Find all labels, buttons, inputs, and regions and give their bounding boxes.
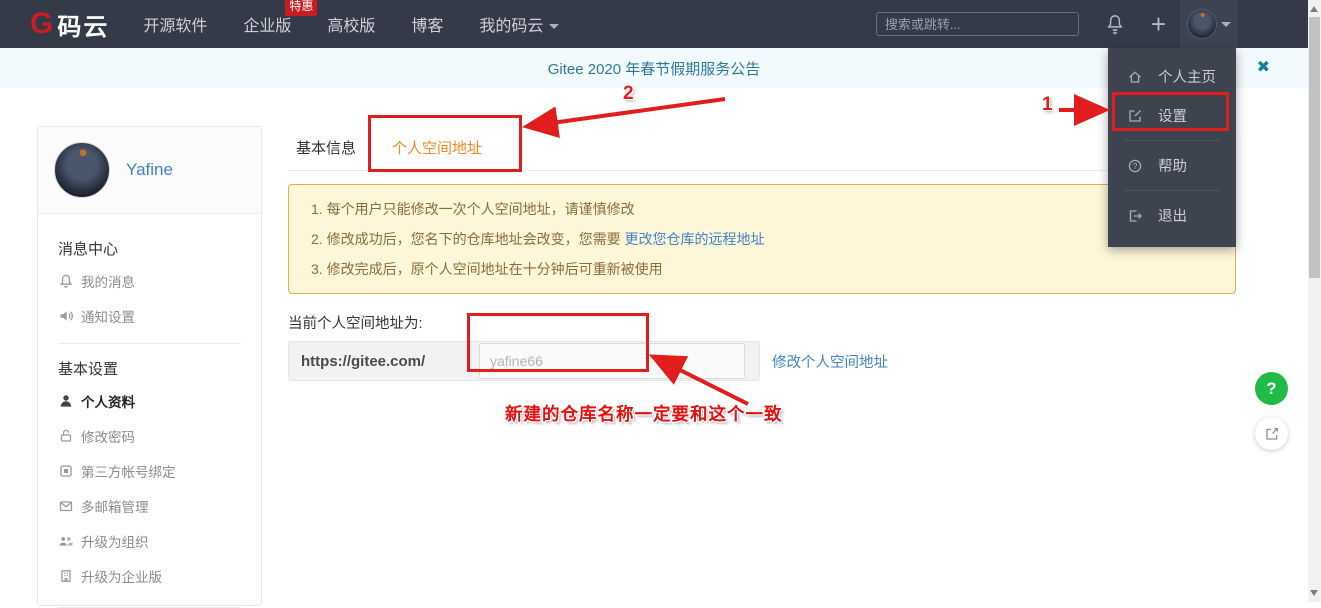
sidebar-item-label: 个人资料 <box>81 394 135 410</box>
help-fab-label: ? <box>1266 378 1277 398</box>
menu-item-label: 个人主页 <box>1158 70 1216 86</box>
url-input-group: https://gitee.com/ <box>288 341 760 381</box>
warning-line-1: 1. 每个用户只能修改一次个人空间地址，请谨慎修改 <box>311 201 635 217</box>
edit-icon <box>1127 108 1143 124</box>
menu-item-settings[interactable]: 设置 <box>1108 96 1236 135</box>
settings-sidebar: Yafine 消息中心 我的消息 通知设置 基本设置 个人资料 修改密码 第三方… <box>37 126 262 608</box>
share-icon <box>1264 426 1280 442</box>
announcement-link[interactable]: Gitee 2020 年春节假期服务公告 <box>548 58 761 79</box>
logout-icon <box>1127 208 1143 224</box>
modify-address-link[interactable]: 修改个人空间地址 <box>772 351 888 372</box>
menu-item-label: 帮助 <box>1158 159 1187 175</box>
gitee-logo-icon: G <box>30 7 54 40</box>
mail-icon <box>58 498 74 514</box>
address-form-row: https://gitee.com/ 修改个人空间地址 <box>288 341 1236 381</box>
warning-message: 1. 每个用户只能修改一次个人空间地址，请谨慎修改 2. 修改成功后，您名下的仓… <box>288 184 1236 294</box>
nav-menu: 开源软件 企业版 特惠 高校版 博客 我的码云 <box>143 0 560 36</box>
help-icon: ? <box>1127 158 1143 174</box>
svg-text:?: ? <box>1133 160 1138 170</box>
sidebar-item-label: 第三方帐号绑定 <box>81 464 176 480</box>
menu-item-logout[interactable]: 退出 <box>1108 196 1236 235</box>
navbar-right: + <box>875 0 1238 48</box>
bell-icon <box>58 273 74 289</box>
scrollbar-up-arrow-icon[interactable] <box>1310 6 1318 12</box>
user-icon <box>58 393 74 409</box>
sidebar-item-label: 升级为组织 <box>81 534 149 550</box>
chevron-down-icon <box>1221 21 1231 27</box>
tab-bar: 基本信息 个人空间地址 <box>288 128 1236 171</box>
divider <box>58 343 241 344</box>
menu-item-label: 设置 <box>1158 109 1187 125</box>
nav-item-enterprise[interactable]: 企业版 特惠 <box>243 0 318 36</box>
plus-icon[interactable]: + <box>1151 11 1166 37</box>
remote-address-link[interactable]: 更改您仓库的远程地址 <box>624 231 764 247</box>
users-icon <box>58 533 74 549</box>
bell-icon[interactable] <box>1105 13 1125 35</box>
url-prefix-label: https://gitee.com/ <box>301 352 426 370</box>
page-scrollbar <box>1308 0 1321 602</box>
sidebar-item-email-management[interactable]: 多邮箱管理 <box>58 488 241 523</box>
username-link[interactable]: Yafine <box>126 160 173 180</box>
nav-item-education[interactable]: 高校版 <box>327 12 375 36</box>
user-avatar-button[interactable] <box>1180 0 1238 48</box>
tab-personal-space-address[interactable]: 个人空间地址 <box>390 128 485 171</box>
sidebar-item-notification-settings[interactable]: 通知设置 <box>58 298 241 333</box>
id-card-icon <box>58 463 74 479</box>
sidebar-item-upgrade-organization[interactable]: 升级为组织 <box>58 523 241 558</box>
warning-line-2-text: 2. 修改成功后，您名下的仓库地址会改变，您需要 <box>311 231 625 247</box>
avatar[interactable] <box>54 142 110 198</box>
divider <box>1124 140 1220 141</box>
main-content: 基本信息 个人空间地址 1. 每个用户只能修改一次个人空间地址，请谨慎修改 2.… <box>288 128 1236 381</box>
lock-icon <box>58 428 74 444</box>
help-fab-button[interactable]: ? <box>1255 372 1288 405</box>
speaker-icon <box>58 308 74 324</box>
menu-item-label: 退出 <box>1158 209 1187 225</box>
sidebar-section-messages: 消息中心 <box>58 241 119 258</box>
sidebar-item-upgrade-enterprise[interactable]: 升级为企业版 <box>58 558 241 593</box>
chevron-down-icon <box>549 24 560 30</box>
menu-item-help[interactable]: ? 帮助 <box>1108 146 1236 185</box>
search-input[interactable] <box>875 12 1079 36</box>
user-dropdown-menu: 个人主页 设置 ? 帮助 退出 <box>1108 48 1236 247</box>
nav-item-opensource[interactable]: 开源软件 <box>143 12 207 36</box>
top-navbar: G 码云 开源软件 企业版 特惠 高校版 博客 我的码云 + <box>0 0 1321 48</box>
annotation-note-text: 新建的仓库名称一定要和这个一致 <box>505 404 783 424</box>
current-address-label: 当前个人空间地址为: <box>288 316 423 332</box>
scrollbar-thumb[interactable] <box>1309 17 1320 278</box>
menu-item-personal-homepage[interactable]: 个人主页 <box>1108 57 1236 96</box>
sidebar-item-change-password[interactable]: 修改密码 <box>58 418 241 453</box>
bell-icon-glyph <box>1105 13 1125 35</box>
sidebar-item-label: 修改密码 <box>81 429 135 445</box>
annotation-step-1: 1 <box>1042 94 1053 115</box>
sidebar-item-label: 升级为企业版 <box>81 569 162 585</box>
space-address-input[interactable] <box>479 343 745 379</box>
warning-line-2: 2. 修改成功后，您名下的仓库地址会改变，您需要 更改您仓库的远程地址 <box>311 224 1213 254</box>
profile-card: Yafine <box>38 127 261 214</box>
avatar <box>1187 9 1217 39</box>
promo-badge: 特惠 <box>285 0 318 16</box>
sidebar-item-label: 我的消息 <box>81 274 135 290</box>
tab-basic-info[interactable]: 基本信息 <box>294 128 358 170</box>
nav-item-my-gitee[interactable]: 我的码云 <box>479 12 560 36</box>
sidebar-item-my-messages[interactable]: 我的消息 <box>58 263 241 298</box>
sidebar-item-label: 通知设置 <box>81 309 135 325</box>
nav-item-my-gitee-label: 我的码云 <box>479 18 544 35</box>
scrollbar-down-arrow-icon[interactable] <box>1310 590 1318 596</box>
sidebar-item-third-party-binding[interactable]: 第三方帐号绑定 <box>58 453 241 488</box>
sidebar-menu: 消息中心 我的消息 通知设置 基本设置 个人资料 修改密码 第三方帐号绑定 多邮… <box>38 214 261 608</box>
sidebar-item-profile[interactable]: 个人资料 <box>58 383 241 418</box>
sidebar-section-basic: 基本设置 <box>58 361 119 378</box>
home-icon <box>1127 69 1143 85</box>
gitee-logo-text: 码云 <box>57 13 110 41</box>
gitee-logo[interactable]: G 码云 <box>30 7 109 42</box>
nav-item-blog[interactable]: 博客 <box>411 12 443 36</box>
nav-item-enterprise-label: 企业版 <box>243 18 292 35</box>
building-icon <box>58 568 74 584</box>
warning-line-3: 3. 修改完成后，原个人空间地址在十分钟后可重新被使用 <box>311 261 663 277</box>
share-fab-button[interactable] <box>1255 417 1288 450</box>
sidebar-item-label: 多邮箱管理 <box>81 499 149 515</box>
close-icon[interactable]: ✖ <box>1257 57 1270 77</box>
divider <box>1124 190 1220 191</box>
